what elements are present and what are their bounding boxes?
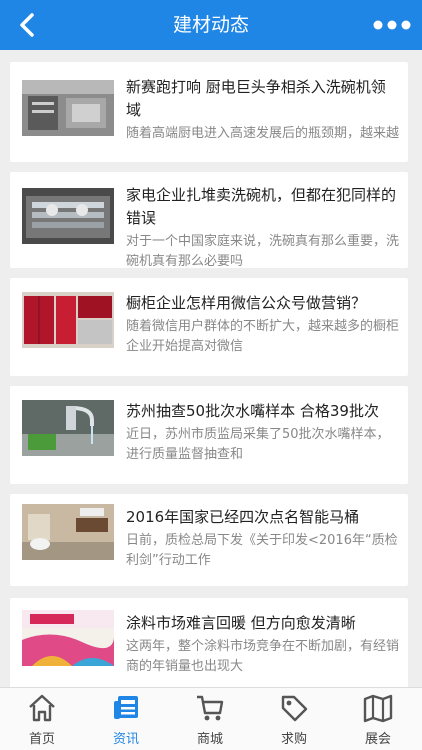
tab-label: 求购: [280, 732, 307, 747]
tab-home[interactable]: 首页: [0, 688, 84, 750]
news-thumbnail: [22, 504, 114, 560]
news-title: 新赛跑打响 厨电巨头争相杀入洗碗机领域: [126, 78, 386, 119]
news-desc: 随着高端厨电进入高速发展后的瓶颈期，越来越多的厨电巨头将目光: [126, 126, 400, 141]
tab-expo[interactable]: 展会: [336, 688, 420, 750]
news-thumbnail: [22, 400, 114, 456]
tab-label: 首页: [28, 732, 55, 747]
tab-news[interactable]: 资讯: [84, 688, 168, 750]
bottom-tab-bar: 首页 资讯 商城 求购 展会: [0, 687, 422, 750]
top-bar: 建材动态: [0, 0, 422, 50]
news-desc: 对于一个中国家庭来说，洗碗真有那么重要，洗碗机真有那么必要吗: [126, 234, 400, 268]
news-desc: 近日，苏州市质监局采集了50批次水嘴样本，进行质量监督抽查和: [126, 427, 390, 461]
more-dots-icon[interactable]: [372, 13, 412, 37]
tab-label: 资讯: [112, 732, 139, 747]
news-desc: 随着微信用户群体的不断扩大，越来越多的橱柜企业开始提高对微信: [126, 319, 400, 353]
news-thumbnail: [22, 188, 114, 244]
news-title: 涂料市场难言回暖 但方向愈发清晰: [126, 614, 356, 632]
news-title: 橱柜企业怎样用微信公众号做营销？: [126, 294, 367, 312]
news-item[interactable]: 橱柜企业怎样用微信公众号做营销？ 随着微信用户群体的不断扩大，越来越多的橱柜企业…: [10, 278, 408, 376]
news-item[interactable]: 涂料市场难言回暖 但方向愈发清晰 这两年，整个涂料市场竞争在不断加剧，有经销商的…: [10, 598, 408, 690]
map-icon: [363, 694, 393, 723]
news-desc: 这两年，整个涂料市场竞争在不断加剧，有经销商的年销量也出现大: [126, 639, 400, 674]
news-title: 苏州抽查50批次水嘴样本 合格39批次: [126, 402, 379, 420]
tag-icon: [281, 695, 308, 722]
news-item[interactable]: 新赛跑打响 厨电巨头争相杀入洗碗机领域 随着高端厨电进入高速发展后的瓶颈期，越来…: [10, 62, 408, 162]
tab-purchase[interactable]: 求购: [252, 688, 336, 750]
news-item[interactable]: 2016年国家已经四次点名智能马桶 日前，质检总局下发《关于印发<2016年“质…: [10, 494, 408, 586]
news-icon: [114, 696, 138, 719]
cart-icon: [197, 695, 224, 721]
news-title: 家电企业扎堆卖洗碗机，但都在犯同样的错误: [126, 186, 397, 227]
news-item[interactable]: 苏州抽查50批次水嘴样本 合格39批次 近日，苏州市质监局采集了50批次水嘴样本…: [10, 386, 408, 484]
news-item[interactable]: 家电企业扎堆卖洗碗机，但都在犯同样的错误 对于一个中国家庭来说，洗碗真有那么重要…: [10, 172, 408, 268]
news-thumbnail: [22, 80, 114, 136]
news-thumbnail: [22, 610, 114, 666]
home-icon: [29, 694, 55, 722]
news-thumbnail: [22, 292, 114, 348]
news-title: 2016年国家已经四次点名智能马桶: [126, 508, 360, 526]
tab-shop[interactable]: 商城: [168, 688, 252, 750]
tab-label: 商城: [196, 732, 223, 747]
page-title: 建材动态: [172, 14, 249, 36]
news-desc: 日前，质检总局下发《关于印发<2016年“质检利剑”行动工作: [126, 533, 398, 568]
tab-label: 展会: [364, 732, 391, 747]
